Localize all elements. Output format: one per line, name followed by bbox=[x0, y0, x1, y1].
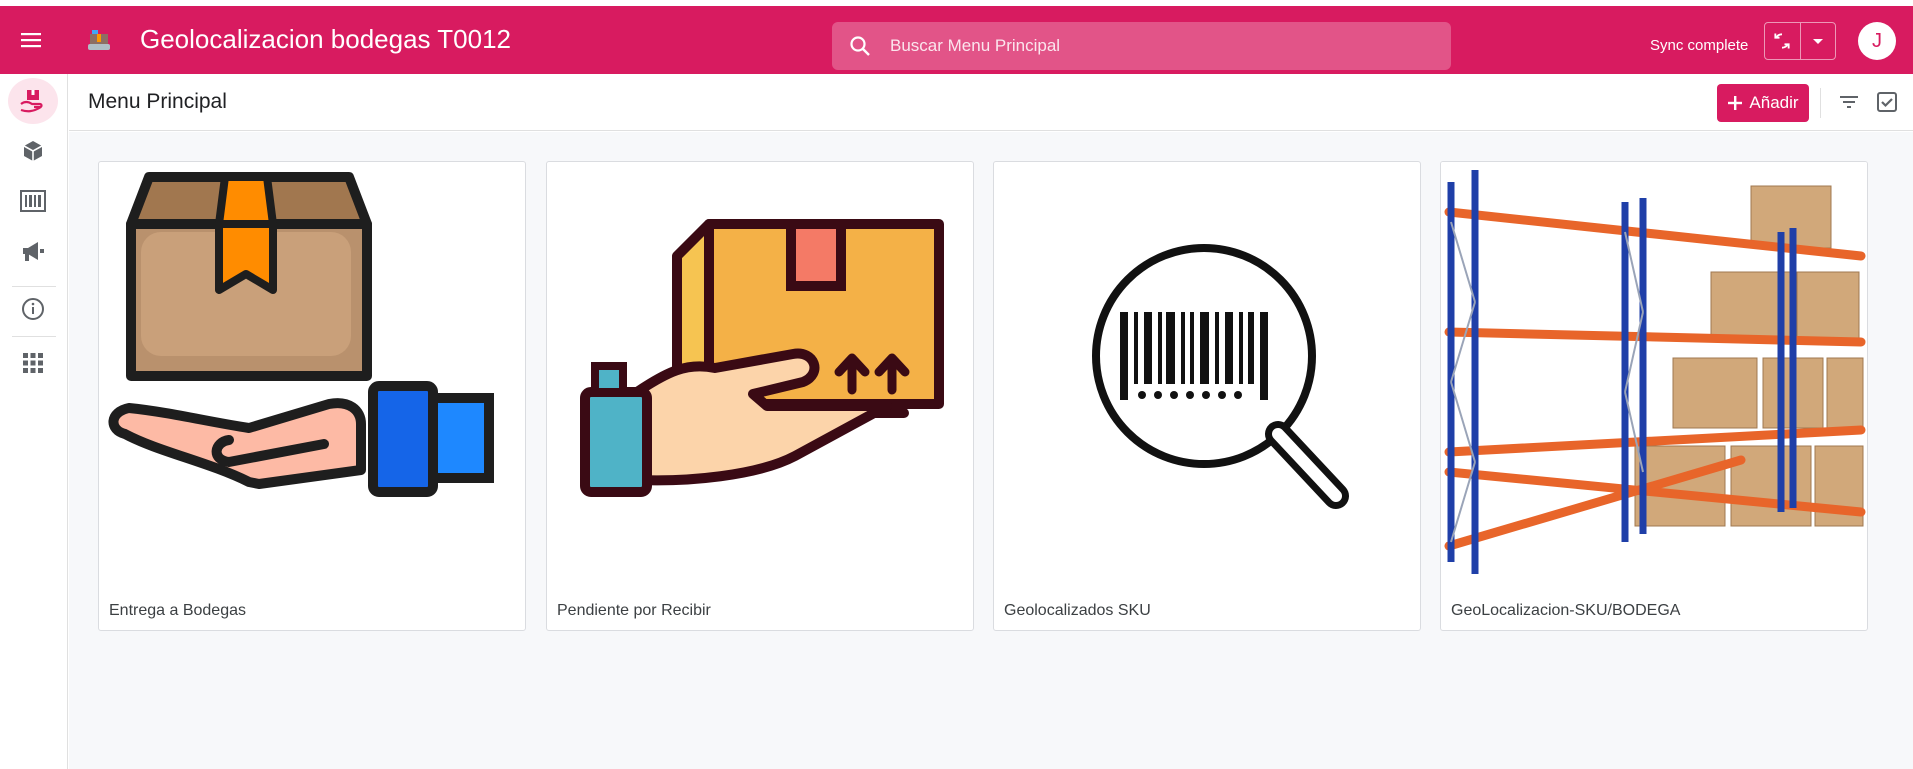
sync-status: Sync complete bbox=[1650, 37, 1749, 54]
menu-card-pendiente-recibir[interactable]: Pendiente por Recibir bbox=[546, 161, 974, 631]
app-logo-icon bbox=[86, 28, 114, 52]
sidebar-item-apps[interactable] bbox=[8, 340, 58, 386]
plus-icon bbox=[1728, 96, 1743, 110]
info-icon bbox=[22, 298, 44, 320]
page-title: Menu Principal bbox=[88, 90, 227, 113]
search-input[interactable] bbox=[890, 22, 1430, 70]
sidebar-item-info[interactable] bbox=[8, 286, 58, 332]
hand-holding-package-illustration bbox=[580, 219, 944, 497]
menu-card-geolocalizados-sku[interactable]: Geolocalizados SKU bbox=[993, 161, 1421, 631]
chevron-down-icon bbox=[1812, 39, 1823, 44]
add-button[interactable]: Añadir bbox=[1717, 84, 1809, 122]
barcode-magnifier-illustration bbox=[1092, 244, 1349, 509]
sidebar-item-announcements[interactable] bbox=[8, 228, 58, 274]
box-on-hand-illustration bbox=[108, 172, 494, 497]
cube-icon bbox=[23, 141, 43, 161]
select-checkbox-icon[interactable] bbox=[1875, 90, 1899, 114]
avatar[interactable]: J bbox=[1858, 22, 1896, 60]
sync-options-dropdown[interactable] bbox=[1799, 23, 1835, 59]
warehouse-racks-photo bbox=[1441, 162, 1867, 582]
sync-button[interactable] bbox=[1765, 23, 1800, 59]
megaphone-icon bbox=[23, 242, 44, 261]
sidebar-item-barcode[interactable] bbox=[8, 178, 58, 224]
card-label: Pendiente por Recibir bbox=[557, 602, 711, 619]
toolbar-divider bbox=[1820, 88, 1821, 118]
sidebar-divider bbox=[12, 336, 56, 337]
menu-icon[interactable] bbox=[19, 28, 43, 52]
app-header: Geolocalizacion bodegas T0012 Sync compl… bbox=[0, 6, 1913, 74]
card-label: GeoLocalizacion-SKU/BODEGA bbox=[1451, 602, 1681, 619]
page-toolbar: Menu Principal Añadir bbox=[69, 74, 1913, 131]
barcode-icon bbox=[20, 190, 46, 212]
box-hand-icon bbox=[20, 90, 43, 113]
card-label: Geolocalizados SKU bbox=[1004, 602, 1151, 619]
search-icon bbox=[848, 34, 872, 58]
menu-card-geolocalizacion-sku-bodega[interactable]: GeoLocalizacion-SKU/BODEGA bbox=[1440, 161, 1868, 631]
search-bar bbox=[832, 22, 1451, 70]
sidebar-item-menu-principal[interactable] bbox=[8, 78, 58, 124]
add-button-label: Añadir bbox=[1749, 93, 1799, 112]
card-label: Entrega a Bodegas bbox=[109, 602, 246, 619]
sync-button-group bbox=[1764, 22, 1836, 60]
app-title: Geolocalizacion bodegas T0012 bbox=[140, 24, 512, 54]
sidebar bbox=[0, 74, 68, 769]
menu-card-entrega-bodegas[interactable]: Entrega a Bodegas bbox=[98, 161, 526, 631]
filter-icon[interactable] bbox=[1837, 90, 1861, 114]
apps-grid-icon bbox=[23, 353, 43, 373]
main-content: Entrega a Bodegas Pendiente por Recibir bbox=[69, 132, 1913, 769]
sidebar-item-cube[interactable] bbox=[8, 128, 58, 174]
sync-icon bbox=[1774, 33, 1791, 49]
